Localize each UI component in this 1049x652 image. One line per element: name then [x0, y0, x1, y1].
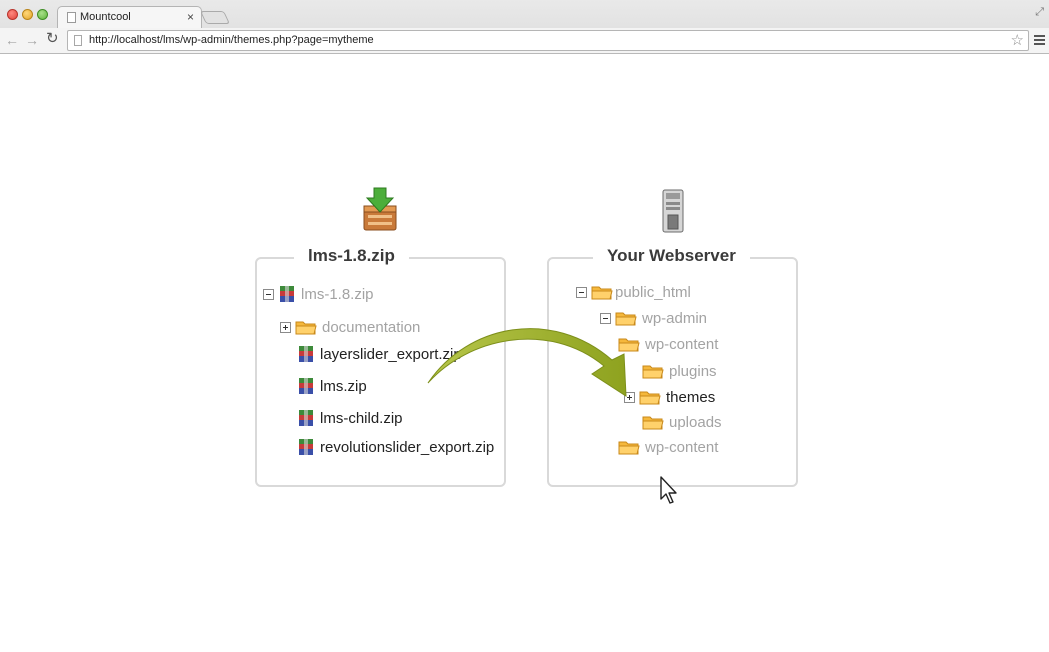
fullscreen-icon[interactable]: ⤢ — [1035, 6, 1044, 19]
tree-node-themes[interactable]: themes — [624, 389, 715, 406]
browser-chrome: Mountcool × ⤢ ← → ↻ http://localhost/lms… — [0, 0, 1049, 54]
collapse-toggle[interactable] — [263, 288, 274, 300]
archive-icon — [280, 286, 294, 302]
page-icon — [67, 12, 76, 23]
tree-node-layerslider-zip[interactable]: layerslider_export.zip — [297, 345, 462, 363]
window-close-button[interactable] — [7, 9, 18, 20]
window-minimize-button[interactable] — [22, 9, 33, 20]
tab-close-icon[interactable]: × — [187, 10, 194, 24]
folder-icon — [615, 312, 637, 326]
collapse-toggle[interactable] — [600, 313, 611, 324]
mouse-cursor-icon — [660, 476, 677, 504]
folder-icon — [295, 321, 317, 335]
tree-node-plugins[interactable]: plugins — [642, 363, 717, 380]
archive-icon — [299, 378, 313, 394]
tree-node-uploads[interactable]: uploads — [642, 414, 722, 431]
zip-panel-title: lms-1.8.zip — [294, 246, 409, 266]
address-bar[interactable]: http://localhost/lms/wp-admin/themes.php… — [67, 30, 1029, 51]
archive-icon — [299, 410, 313, 426]
tree-node-lms-zip-file[interactable]: lms.zip — [297, 377, 367, 395]
folder-icon — [642, 365, 664, 379]
webserver-panel-title: Your Webserver — [593, 246, 750, 266]
browser-toolbar: ← → ↻ http://localhost/lms/wp-admin/them… — [0, 28, 1049, 53]
tree-node-wp-content-2[interactable]: wp-content — [618, 439, 718, 456]
folder-icon — [618, 441, 640, 455]
tree-node-lms-child-zip[interactable]: lms-child.zip — [297, 409, 403, 427]
browser-tab[interactable]: Mountcool × — [57, 6, 202, 28]
bookmark-star-icon[interactable]: ☆ — [1011, 31, 1024, 49]
window-maximize-button[interactable] — [37, 9, 48, 20]
tree-node-wp-admin[interactable]: wp-admin — [600, 310, 707, 327]
expand-toggle[interactable] — [280, 322, 291, 333]
tree-node-lms-zip[interactable]: lms-1.8.zip — [263, 285, 374, 303]
page-icon — [74, 35, 82, 46]
archive-download-icon — [363, 187, 397, 231]
tree-node-public-html[interactable]: public_html — [576, 284, 691, 301]
tree-node-revolutionslider-zip[interactable]: revolutionslider_export.zip — [297, 438, 494, 456]
tab-title: Mountcool — [80, 11, 131, 23]
tree-node-wp-content[interactable]: wp-content — [618, 336, 718, 353]
archive-icon — [299, 439, 313, 455]
back-button[interactable]: ← — [5, 32, 19, 48]
folder-icon — [639, 391, 661, 405]
server-icon — [662, 189, 684, 233]
archive-icon — [299, 346, 313, 362]
menu-icon[interactable] — [1034, 35, 1045, 45]
url-text[interactable]: http://localhost/lms/wp-admin/themes.php… — [89, 34, 374, 46]
folder-icon — [642, 416, 664, 430]
folder-icon — [591, 286, 613, 300]
drag-arrow-icon — [427, 328, 627, 397]
tree-node-documentation[interactable]: documentation — [280, 319, 420, 336]
folder-icon — [618, 338, 640, 352]
forward-button[interactable]: → — [25, 32, 39, 48]
new-tab-button[interactable] — [199, 11, 231, 24]
expand-toggle[interactable] — [624, 392, 635, 403]
collapse-toggle[interactable] — [576, 287, 587, 298]
reload-button[interactable]: ↻ — [46, 31, 59, 47]
